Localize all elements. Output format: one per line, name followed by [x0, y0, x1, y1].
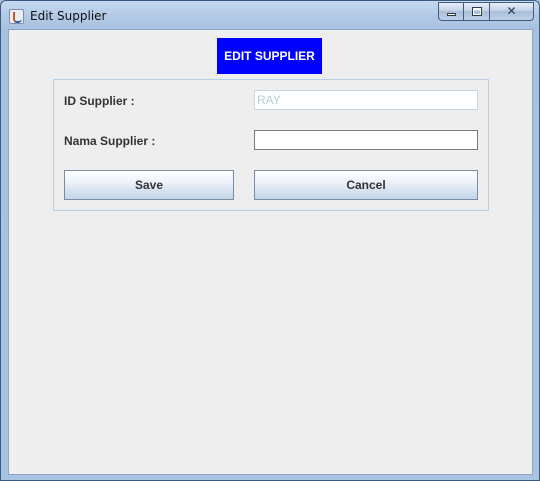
- supplier-form-panel: ID Supplier : Nama Supplier : Save Cance…: [53, 79, 489, 211]
- minimize-button[interactable]: [438, 2, 464, 21]
- id-supplier-label: ID Supplier :: [64, 94, 135, 108]
- close-button[interactable]: ✕: [490, 2, 534, 21]
- minimize-icon: [447, 13, 456, 16]
- maximize-button[interactable]: [464, 2, 490, 21]
- java-cup-icon[interactable]: [9, 9, 24, 24]
- page-title: EDIT SUPPLIER: [217, 38, 322, 74]
- window-title: Edit Supplier: [30, 9, 107, 23]
- nama-supplier-field[interactable]: [254, 130, 478, 150]
- close-icon: ✕: [506, 4, 517, 18]
- nama-supplier-label: Nama Supplier :: [64, 134, 156, 148]
- save-button[interactable]: Save: [64, 170, 234, 200]
- title-bar[interactable]: Edit Supplier ✕: [1, 1, 539, 29]
- id-supplier-field[interactable]: [254, 90, 478, 110]
- maximize-icon: [472, 7, 482, 16]
- caption-buttons: ✕: [438, 2, 534, 21]
- content-pane: EDIT SUPPLIER ID Supplier : Nama Supplie…: [8, 29, 533, 475]
- cancel-button[interactable]: Cancel: [254, 170, 478, 200]
- app-window: Edit Supplier ✕ EDIT SUPPLIER ID Supplie…: [0, 0, 540, 481]
